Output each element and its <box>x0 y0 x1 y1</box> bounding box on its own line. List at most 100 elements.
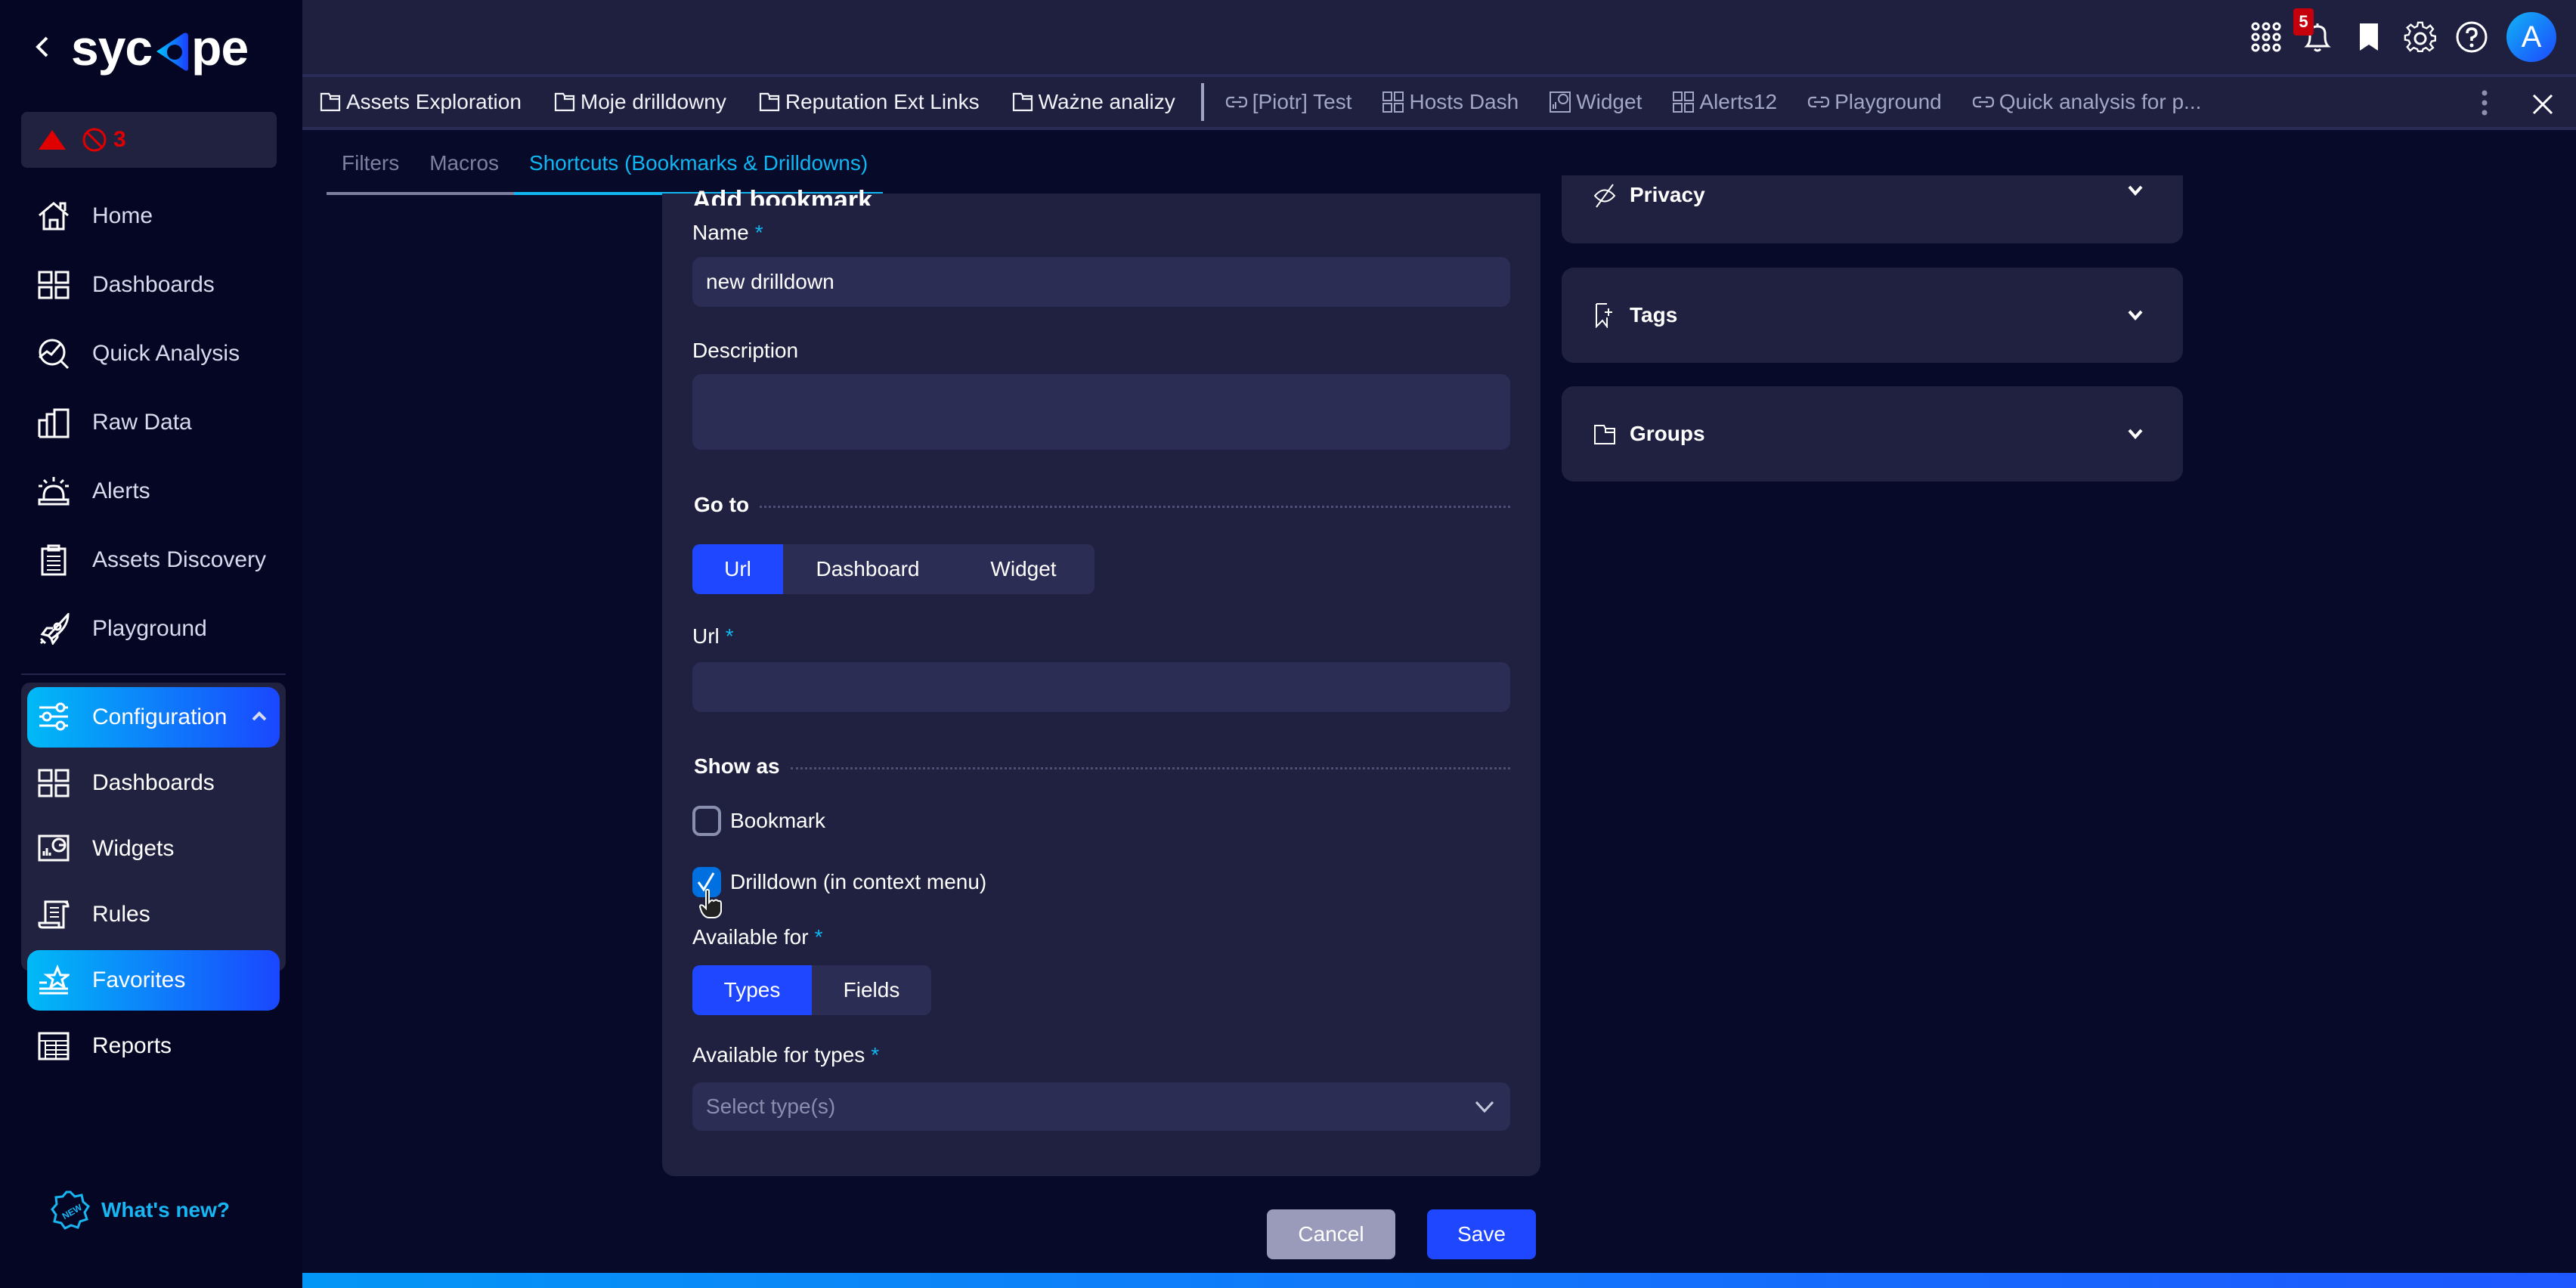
shortcut-folder[interactable]: Ważne analizy <box>1011 90 1175 114</box>
sidebar-item-home[interactable]: Home <box>21 181 286 250</box>
sidebar-item-label: Dashboards <box>92 271 215 297</box>
shortcuts-divider <box>1200 83 1204 121</box>
sidebar-item-label: Quick Analysis <box>92 340 240 366</box>
siren-icon <box>38 476 70 505</box>
shortcut-label: Assets Exploration <box>346 90 522 113</box>
logo-mark-icon <box>153 26 190 71</box>
drilldown-checkbox-row[interactable]: Drilldown (in context menu) <box>692 867 986 897</box>
sidebar-item-dashboards[interactable]: Dashboards <box>21 250 286 319</box>
form-title: Add bookmark <box>692 187 873 206</box>
types-select[interactable]: Select type(s) <box>692 1082 1510 1131</box>
tags-panel[interactable]: Tags <box>1562 268 2183 363</box>
url-label: Url * <box>692 624 734 649</box>
section-divider <box>760 505 1510 508</box>
notifications-button[interactable]: 5 <box>2293 8 2334 54</box>
goto-toggle: Url Dashboard Widget <box>692 544 1094 594</box>
warning-triangle-icon <box>39 130 66 150</box>
user-avatar[interactable]: A <box>2506 12 2556 62</box>
bookmark-checkbox-label: Bookmark <box>730 809 826 832</box>
sidebar-item-label: Reports <box>92 1033 172 1058</box>
shortcut-label: Alerts12 <box>1699 90 1778 113</box>
sidebar-item-quick-analysis[interactable]: Quick Analysis <box>21 319 286 388</box>
quick-analysis-icon <box>39 339 70 369</box>
goto-dashboard-option[interactable]: Dashboard <box>783 544 952 594</box>
bookmark-icon[interactable] <box>2352 20 2386 54</box>
bookmark-checkbox-row[interactable]: Bookmark <box>692 806 825 836</box>
shortcuts-bar: Assets Exploration Moje drilldowny Reput… <box>302 77 2576 130</box>
groups-panel[interactable]: Groups <box>1562 386 2183 481</box>
required-marker: * <box>814 925 823 949</box>
goto-section-title: Go to <box>694 493 750 516</box>
save-button[interactable]: Save <box>1427 1209 1536 1259</box>
close-icon[interactable] <box>2531 92 2555 116</box>
alert-count: 3 <box>113 127 126 152</box>
shortcut-link[interactable]: Alerts12 <box>1672 90 1777 114</box>
sidebar-item-alerts[interactable]: Alerts <box>21 457 286 525</box>
available-fields-option[interactable]: Fields <box>812 965 931 1015</box>
available-for-label: Available for * <box>692 925 822 949</box>
cancel-button[interactable]: Cancel <box>1267 1209 1395 1259</box>
required-marker: * <box>754 221 763 244</box>
url-input[interactable] <box>692 662 1510 712</box>
folder-icon <box>1012 92 1033 112</box>
sidebar-item-reports[interactable]: Reports <box>27 1016 280 1076</box>
sidebar-item-favorites[interactable]: Favorites <box>27 950 280 1011</box>
sidebar-item-configuration[interactable]: Configuration <box>27 687 280 748</box>
more-vertical-icon[interactable] <box>2481 89 2488 116</box>
tag-bookmark-icon <box>1596 303 1612 328</box>
shortcut-link[interactable]: Quick analysis for p... <box>1972 90 2201 114</box>
chevron-down-icon <box>2128 185 2143 197</box>
widget-icon <box>38 834 70 862</box>
goto-section-header: Go to <box>694 493 1510 517</box>
shortcut-folder[interactable]: Assets Exploration <box>319 90 522 114</box>
privacy-panel[interactable]: Privacy <box>1562 175 2183 243</box>
chevron-up-icon[interactable] <box>251 710 268 722</box>
shortcut-link[interactable]: [Piotr] Test <box>1225 90 1351 114</box>
shortcut-folder[interactable]: Reputation Ext Links <box>758 90 980 114</box>
folder-icon <box>320 92 341 112</box>
panel-title: Tags <box>1630 303 1678 327</box>
sidebar-item-label: Configuration <box>92 704 228 729</box>
name-input[interactable]: new drilldown <box>692 257 1510 307</box>
sidebar-item-label: Home <box>92 203 153 228</box>
dashboards-icon <box>1673 91 1695 113</box>
shortcut-link[interactable]: Hosts Dash <box>1382 90 1519 114</box>
shortcut-link[interactable]: Playground <box>1807 90 1942 114</box>
help-icon[interactable] <box>2455 20 2488 54</box>
sidebar-item-config-dashboards[interactable]: Dashboards <box>27 753 280 813</box>
link-icon <box>1225 96 1247 108</box>
sidebar-item-rules[interactable]: Rules <box>27 884 280 945</box>
show-as-section-header: Show as <box>694 754 1510 779</box>
collapse-sidebar-icon[interactable] <box>33 33 51 60</box>
tab-macros[interactable]: Macros <box>414 144 515 195</box>
sidebar-item-label: Widgets <box>92 836 175 861</box>
shortcut-link[interactable]: Widget <box>1549 90 1642 114</box>
sidebar-item-assets-discovery[interactable]: Assets Discovery <box>21 525 286 594</box>
notification-badge: 5 <box>2293 8 2314 36</box>
panel-title: Privacy <box>1630 183 1705 206</box>
whats-new-link[interactable]: NEW What's new? <box>50 1190 230 1231</box>
chevron-down-icon <box>2128 310 2143 321</box>
privacy-icon <box>1593 184 1616 208</box>
available-for-label-text: Available for <box>692 925 809 949</box>
available-types-option[interactable]: Types <box>692 965 812 1015</box>
bookmark-checkbox[interactable] <box>692 806 721 836</box>
blocked-icon <box>82 128 107 152</box>
sidebar-item-widgets[interactable]: Widgets <box>27 819 280 879</box>
chevron-down-icon <box>1475 1101 1494 1113</box>
gear-icon[interactable] <box>2404 20 2437 54</box>
hand-cursor-icon <box>698 889 722 918</box>
sidebar-item-label: Playground <box>92 615 207 641</box>
goto-widget-option[interactable]: Widget <box>952 544 1094 594</box>
logo: syc pe <box>71 20 249 76</box>
alert-status[interactable]: 3 <box>21 112 277 168</box>
chevron-down-icon <box>2128 429 2143 440</box>
description-textarea[interactable] <box>692 374 1510 450</box>
sidebar-item-raw-data[interactable]: Raw Data <box>21 388 286 457</box>
tab-filters[interactable]: Filters <box>327 144 415 195</box>
shortcut-folder[interactable]: Moje drilldowny <box>553 90 726 114</box>
sidebar-item-playground[interactable]: Playground <box>21 594 286 663</box>
available-for-toggle: Types Fields <box>692 965 931 1015</box>
apps-grid-icon[interactable] <box>2249 20 2283 54</box>
goto-url-option[interactable]: Url <box>692 544 783 594</box>
